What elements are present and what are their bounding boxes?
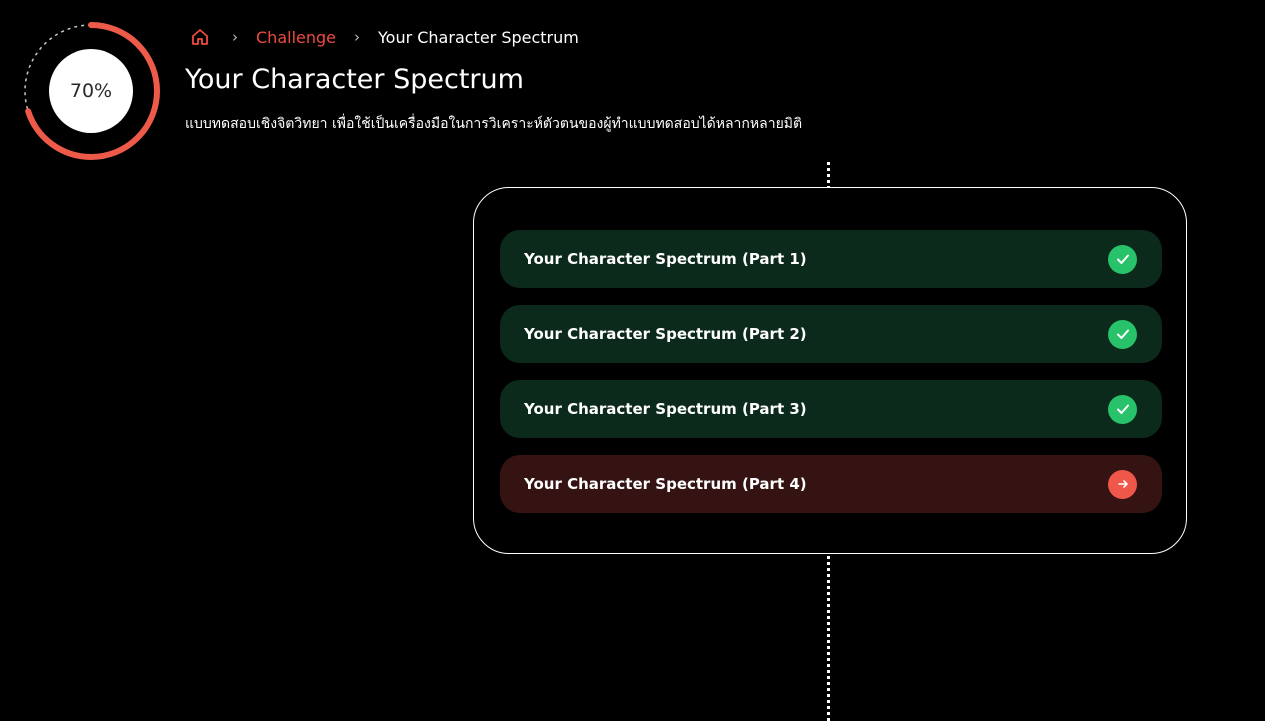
- arrow-right-circle-icon[interactable]: [1108, 469, 1137, 499]
- progress-center: 70%: [49, 49, 133, 133]
- part-label: Your Character Spectrum (Part 2): [524, 325, 807, 343]
- part-2-item[interactable]: Your Character Spectrum (Part 2): [500, 305, 1162, 363]
- breadcrumb-separator: ›: [232, 28, 238, 46]
- home-icon[interactable]: [190, 27, 210, 47]
- progress-label: 70%: [69, 80, 113, 102]
- part-4-item[interactable]: Your Character Spectrum (Part 4): [500, 455, 1162, 513]
- part-1-item[interactable]: Your Character Spectrum (Part 1): [500, 230, 1162, 288]
- connector-line-top: [827, 162, 830, 189]
- parts-card: Your Character Spectrum (Part 1) Your Ch…: [473, 187, 1187, 554]
- check-circle-icon: [1108, 394, 1137, 424]
- part-label: Your Character Spectrum (Part 4): [524, 475, 807, 493]
- part-3-item[interactable]: Your Character Spectrum (Part 3): [500, 380, 1162, 438]
- page-title: Your Character Spectrum: [185, 64, 524, 95]
- breadcrumb-current: Your Character Spectrum: [378, 27, 579, 47]
- progress-ring: 70%: [20, 20, 162, 162]
- breadcrumb-challenge-link[interactable]: Challenge: [256, 28, 336, 47]
- part-label: Your Character Spectrum (Part 3): [524, 400, 807, 418]
- breadcrumb: › Challenge › Your Character Spectrum: [190, 25, 579, 49]
- check-circle-icon: [1108, 244, 1137, 274]
- breadcrumb-separator: ›: [354, 28, 360, 46]
- check-circle-icon: [1108, 319, 1137, 349]
- part-label: Your Character Spectrum (Part 1): [524, 250, 807, 268]
- connector-line-bottom: [827, 556, 830, 721]
- page-subtitle: แบบทดสอบเชิงจิตวิทยา เพื่อใช้เป็นเครื่อง…: [185, 116, 803, 132]
